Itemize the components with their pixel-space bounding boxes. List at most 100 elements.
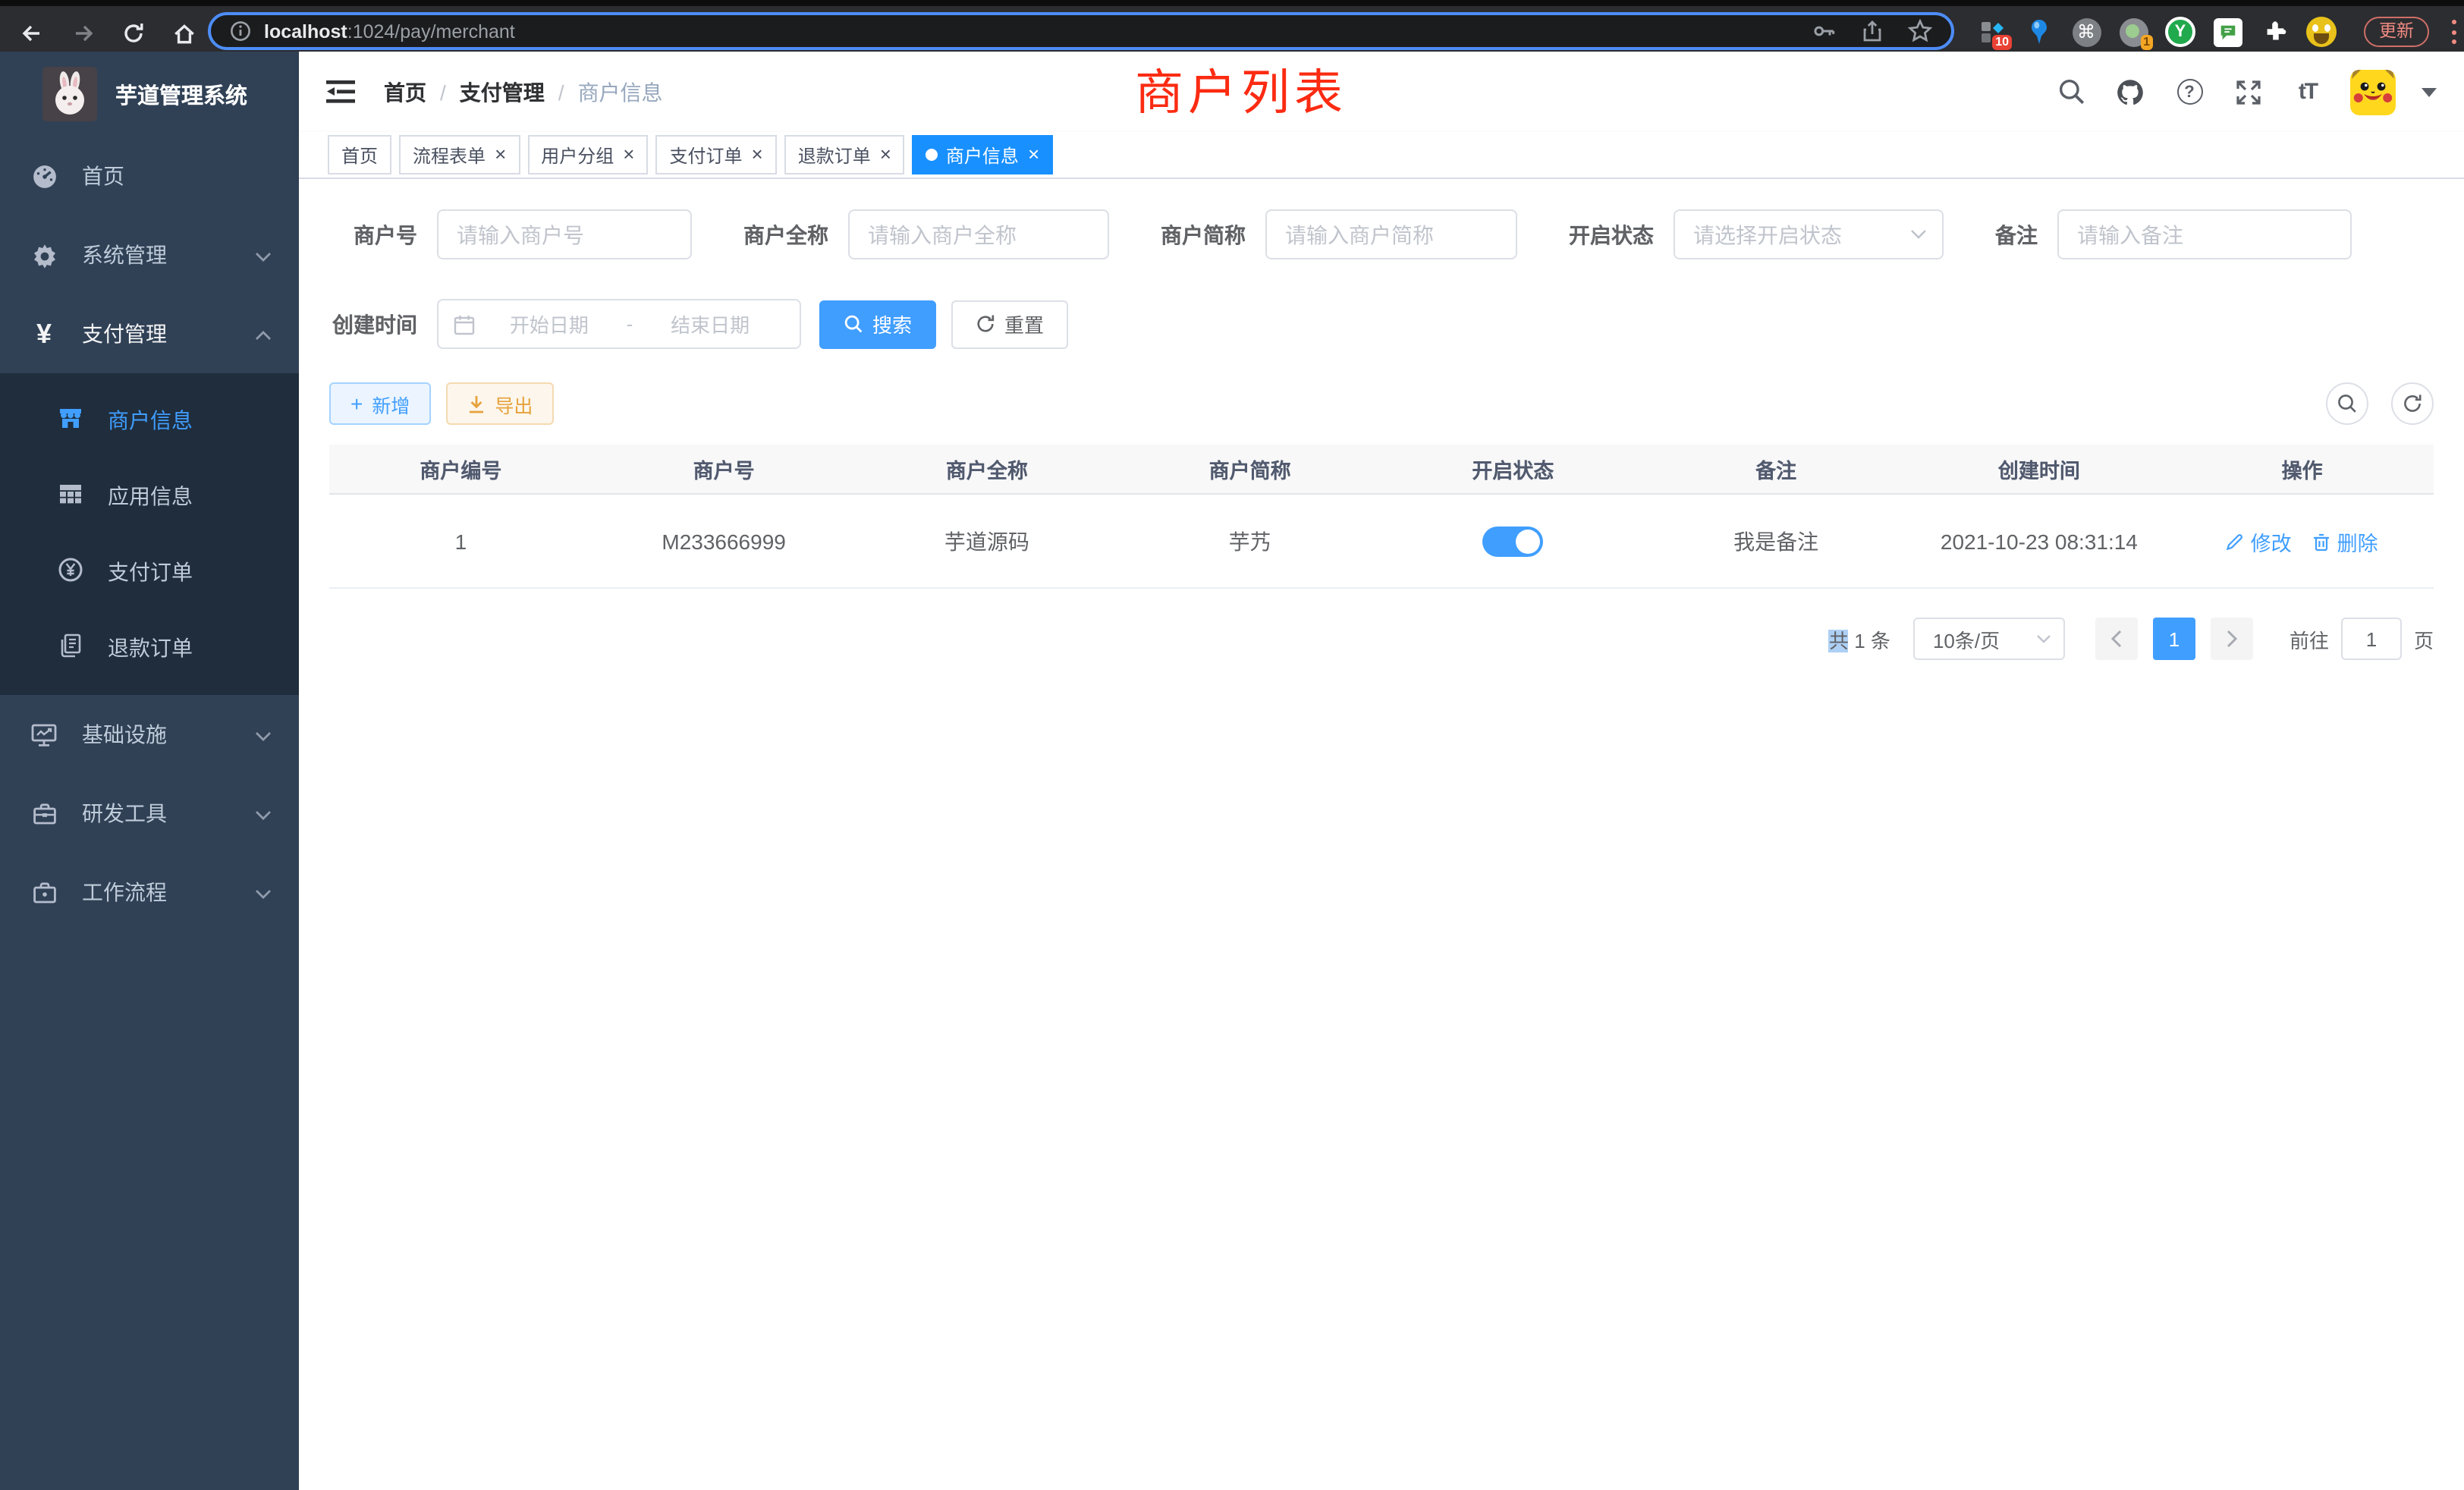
sidebar: 芋道管理系统 首页 系统管理 ¥ 支付管理 商户信息 应用信息 — [0, 52, 299, 1490]
sidebar-item-refund-orders[interactable]: 退款订单 — [0, 610, 299, 686]
tab-process-form[interactable]: 流程表单× — [399, 135, 520, 174]
puzzle-extension-icon[interactable] — [2259, 17, 2290, 47]
refresh-icon — [976, 314, 995, 334]
close-icon[interactable]: × — [880, 146, 891, 164]
documents-icon — [58, 633, 83, 663]
goto-page-input[interactable] — [2341, 618, 2402, 660]
tab-label: 首页 — [341, 142, 378, 168]
reset-button[interactable]: 重置 — [951, 300, 1068, 348]
site-info-icon[interactable] — [229, 20, 252, 42]
close-icon[interactable]: × — [752, 146, 763, 164]
calendar-icon — [454, 313, 475, 335]
remark-input[interactable] — [2057, 209, 2352, 259]
sidebar-item-system[interactable]: 系统管理 — [0, 215, 299, 294]
yen-icon: ¥ — [30, 320, 58, 347]
prev-page-button[interactable] — [2095, 618, 2138, 660]
help-button[interactable]: ? — [2173, 75, 2206, 108]
breadcrumb-separator: / — [440, 80, 446, 104]
breadcrumb-home[interactable]: 首页 — [384, 77, 426, 107]
plus-icon: + — [350, 391, 363, 416]
full-name-input[interactable] — [848, 209, 1109, 259]
total-count: 1 — [1854, 629, 1865, 652]
green-extension-icon[interactable]: Y — [2165, 17, 2195, 47]
user-avatar[interactable] — [2350, 69, 2396, 115]
export-button[interactable]: 导出 — [446, 382, 554, 425]
top-navbar: 首页 / 支付管理 / 商户信息 ? tT — [299, 52, 2464, 132]
sidebar-item-dev-tools[interactable]: 研发工具 — [0, 774, 299, 853]
command-extension-icon[interactable]: ⌘ — [2071, 17, 2101, 47]
address-bar[interactable]: localhost:1024/pay/merchant — [208, 12, 1954, 50]
status-select[interactable]: 请选择开启状态 — [1674, 209, 1944, 259]
browser-update-button[interactable]: 更新 — [2364, 17, 2429, 47]
sidebar-item-label: 商户信息 — [108, 405, 193, 435]
short-name-input[interactable] — [1265, 209, 1517, 259]
pin-extension-icon[interactable] — [2024, 17, 2054, 47]
sidebar-item-pay-orders[interactable]: 支付订单 — [0, 534, 299, 610]
edit-link[interactable]: 修改 — [2227, 526, 2292, 556]
search-button-label: 搜索 — [872, 310, 912, 338]
close-icon[interactable]: × — [623, 146, 634, 164]
browser-forward-button[interactable] — [67, 17, 100, 50]
header-search-button[interactable] — [2054, 75, 2088, 108]
toggle-search-button[interactable] — [2326, 382, 2368, 425]
sidebar-item-app-info[interactable]: 应用信息 — [0, 458, 299, 534]
filter-row-2: 创建时间 开始日期 - 结束日期 搜索 重置 — [329, 299, 2434, 349]
add-button[interactable]: + 新增 — [329, 382, 431, 425]
monitor-chart-icon — [30, 721, 58, 747]
status-toggle[interactable] — [1482, 526, 1543, 556]
merchant-no-input[interactable] — [437, 209, 692, 259]
tab-home[interactable]: 首页 — [328, 135, 391, 174]
pagination: 共 1 条 10条/页 1 前往 页 — [329, 618, 2434, 660]
forward-icon — [71, 21, 96, 46]
browser-home-button[interactable] — [167, 17, 200, 50]
avatar-caret-icon[interactable] — [2422, 87, 2437, 96]
page-number-1[interactable]: 1 — [2153, 618, 2195, 660]
sidebar-item-infrastructure[interactable]: 基础设施 — [0, 695, 299, 774]
github-button[interactable] — [2114, 75, 2147, 108]
column-header: 商户简称 — [1118, 454, 1381, 484]
search-button[interactable]: 搜索 — [819, 300, 936, 348]
cell-remark: 我是备注 — [1645, 526, 1908, 556]
sidebar-item-merchant-info[interactable]: 商户信息 — [0, 382, 299, 458]
hamburger-fold-icon — [326, 79, 355, 105]
refresh-table-button[interactable] — [2391, 382, 2434, 425]
remark-label: 备注 — [1995, 219, 2038, 250]
password-key-icon[interactable] — [1812, 18, 1837, 44]
share-icon[interactable] — [1860, 19, 1884, 43]
sidebar-item-home[interactable]: 首页 — [0, 137, 299, 215]
bookmark-star-icon[interactable] — [1907, 18, 1933, 44]
breadcrumb-payment[interactable]: 支付管理 — [460, 77, 545, 107]
sidebar-item-workflow[interactable]: 工作流程 — [0, 853, 299, 932]
browser-menu-button[interactable] — [2446, 18, 2461, 46]
tab-user-group[interactable]: 用户分组× — [527, 135, 648, 174]
app-logo-row[interactable]: 芋道管理系统 — [0, 52, 299, 137]
font-size-button[interactable]: tT — [2291, 75, 2324, 108]
browser-back-button[interactable] — [15, 17, 49, 50]
fullscreen-button[interactable] — [2232, 75, 2265, 108]
sidebar-item-payment[interactable]: ¥ 支付管理 — [0, 294, 299, 373]
browser-reload-button[interactable] — [117, 17, 150, 50]
close-icon[interactable]: × — [495, 146, 506, 164]
merchant-table: 商户编号 商户号 商户全称 商户简称 开启状态 备注 创建时间 操作 1 M23… — [329, 445, 2434, 589]
tab-label: 退款订单 — [798, 142, 871, 168]
emoji-avatar-icon[interactable] — [2306, 17, 2337, 47]
next-page-button[interactable] — [2211, 618, 2253, 660]
tab-pay-orders[interactable]: 支付订单× — [655, 135, 776, 174]
goto-suffix: 页 — [2414, 624, 2434, 653]
tab-merchant-info[interactable]: 商户信息× — [913, 135, 1053, 174]
page-size-select[interactable]: 10条/页 — [1913, 618, 2065, 660]
chat-extension-icon[interactable] — [2212, 17, 2242, 47]
url-path: :1024/pay/merchant — [347, 20, 515, 42]
blocks-extension-icon[interactable]: 10 — [1977, 17, 2007, 47]
column-header: 备注 — [1645, 454, 1908, 484]
circle-extension-icon[interactable]: 1 — [2118, 17, 2148, 47]
status-select-placeholder: 请选择开启状态 — [1693, 219, 1842, 250]
tab-refund-orders[interactable]: 退款订单 × — [784, 135, 905, 174]
goto-label: 前往 — [2290, 624, 2329, 653]
sidebar-item-label: 支付订单 — [108, 557, 193, 587]
delete-link[interactable]: 删除 — [2313, 526, 2378, 556]
close-icon[interactable]: × — [1028, 146, 1039, 164]
start-date-placeholder: 开始日期 — [475, 310, 624, 338]
sidebar-collapse-button[interactable] — [326, 77, 357, 107]
date-range-picker[interactable]: 开始日期 - 结束日期 — [437, 299, 801, 349]
